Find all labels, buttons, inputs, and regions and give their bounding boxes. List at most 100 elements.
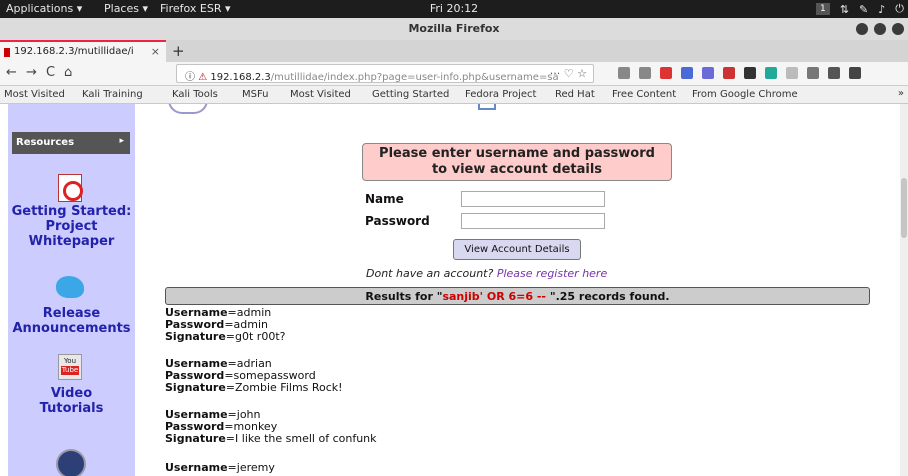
- record-item: Username=adrian Password=somepassword Si…: [165, 358, 343, 394]
- bookmark-free-content[interactable]: Free Content: [612, 89, 676, 100]
- page-content: Resources ▸ Getting Started: Project Whi…: [0, 104, 908, 476]
- system-top-bar: Applications ▾ Places ▾ Firefox ESR ▾ Fr…: [0, 0, 908, 18]
- record-signature: Signature=g0t r00t?: [165, 330, 286, 343]
- results-query: sanjib' OR 6=6 --: [442, 290, 547, 303]
- instructions-line: to view account details: [431, 162, 603, 177]
- library-icon[interactable]: [618, 67, 630, 79]
- youtube-icon[interactable]: You Tube: [58, 354, 82, 380]
- minimize-button[interactable]: [856, 23, 868, 35]
- tab-strip: 192.168.2.3/mutillidae/i × +: [0, 40, 908, 62]
- url-page-actions[interactable]: ··· ♡ ☆: [550, 67, 587, 80]
- link-line: Getting Started:: [11, 204, 132, 219]
- twitter-bird-icon[interactable]: [56, 276, 84, 298]
- register-prefix: Dont have an account?: [366, 267, 497, 280]
- extension-dark-icon[interactable]: [744, 67, 756, 79]
- view-account-details-button[interactable]: View Account Details: [453, 239, 581, 260]
- link-line: Video: [50, 386, 93, 401]
- bookmark-red-hat[interactable]: Red Hat: [555, 89, 595, 100]
- password-input[interactable]: [461, 213, 605, 229]
- url-bar[interactable]: ⓘ ⚠ 192.168.2.3/mutillidae/index.php?pag…: [176, 64, 594, 83]
- bookmark-kali-training[interactable]: Kali Training: [82, 89, 143, 100]
- extension-red-icon[interactable]: [660, 67, 672, 79]
- window-title: Mozilla Firefox: [408, 22, 500, 35]
- clock[interactable]: Fri 20:12: [0, 2, 908, 15]
- results-header: Results for "sanjib' OR 6=6 -- ".25 reco…: [165, 287, 870, 305]
- record-item: Username=jeremy: [165, 462, 275, 474]
- bookmark-kali-tools[interactable]: Kali Tools: [172, 89, 218, 100]
- volume-icon[interactable]: ♪: [878, 3, 885, 16]
- new-tab-button[interactable]: +: [172, 42, 185, 60]
- field-label: Username: [165, 461, 228, 474]
- close-tab-icon[interactable]: ×: [151, 45, 160, 58]
- menu-icon[interactable]: [849, 67, 861, 79]
- record-signature: Signature=I like the smell of confunk: [165, 432, 377, 445]
- navigation-toolbar: ← → C ⌂ ⓘ ⚠ 192.168.2.3/mutillidae/index…: [0, 62, 908, 86]
- name-input[interactable]: [461, 191, 605, 207]
- field-value: jeremy: [236, 461, 275, 474]
- field-label: Signature: [165, 432, 226, 445]
- field-value: g0t r00t?: [235, 330, 286, 343]
- video-tutorials-link[interactable]: Video Tutorials: [8, 386, 135, 416]
- register-link[interactable]: Please register here: [497, 267, 607, 280]
- bookmark-msfu[interactable]: MSFu: [242, 89, 269, 100]
- getting-started-link[interactable]: Getting Started: Project Whitepaper: [8, 204, 135, 249]
- link-line: Whitepaper: [28, 234, 115, 249]
- field-label: Signature: [165, 330, 226, 343]
- url-path: /mutillidae/index.php?page=user-info.php…: [270, 72, 559, 83]
- forward-button[interactable]: →: [26, 65, 37, 80]
- power-icon[interactable]: ⏻: [895, 2, 904, 16]
- tab-mutillidae[interactable]: 192.168.2.3/mutillidae/i ×: [0, 40, 166, 62]
- reload-button[interactable]: C: [46, 65, 55, 80]
- insecure-lock-icon[interactable]: ⚠: [198, 72, 207, 82]
- extension-gray-icon[interactable]: [786, 67, 798, 79]
- record-signature: Signature=Zombie Films Rock!: [165, 381, 343, 394]
- owasp-icon[interactable]: [56, 449, 86, 476]
- home-button[interactable]: ⌂: [64, 65, 72, 80]
- pdf-icon[interactable]: [58, 174, 83, 202]
- url-host: 192.168.2.3: [210, 72, 271, 83]
- link-line: Announcements: [12, 321, 131, 336]
- extension-globe-icon[interactable]: [807, 67, 819, 79]
- bookmark-fedora-project[interactable]: Fedora Project: [465, 89, 536, 100]
- bookmarks-toolbar: Most Visited Kali Training Kali Tools MS…: [0, 86, 908, 104]
- bookmark-most-visited-2[interactable]: Most Visited: [290, 89, 351, 100]
- page-scrollbar[interactable]: [900, 104, 908, 476]
- resources-menu[interactable]: Resources ▸: [12, 132, 130, 154]
- close-window-button[interactable]: [892, 23, 904, 35]
- field-value: Zombie Films Rock!: [235, 381, 343, 394]
- bookmarks-overflow-icon[interactable]: »: [898, 88, 904, 99]
- pen-icon[interactable]: ✎: [859, 3, 868, 16]
- extension-screen-icon[interactable]: [828, 67, 840, 79]
- password-label: Password: [365, 214, 430, 228]
- bookmark-from-google-chrome[interactable]: From Google Chrome: [692, 89, 798, 100]
- youtube-icon-text: Tube: [61, 366, 79, 375]
- results-prefix: Results for ": [365, 290, 443, 303]
- extension-green-icon[interactable]: [765, 67, 777, 79]
- extension-orange-icon[interactable]: [723, 67, 735, 79]
- left-sidebar: Resources ▸ Getting Started: Project Whi…: [8, 104, 135, 476]
- field-label: Signature: [165, 381, 226, 394]
- info-icon[interactable]: ⓘ: [185, 72, 195, 82]
- bookmark-most-visited[interactable]: Most Visited: [4, 89, 65, 100]
- tab-label: 192.168.2.3/mutillidae/i: [14, 46, 134, 57]
- resources-label: Resources: [16, 137, 75, 148]
- field-value: I like the smell of confunk: [235, 432, 377, 445]
- toolbar-extensions: [618, 67, 861, 79]
- link-line: Tutorials: [39, 401, 104, 416]
- link-line: Release: [42, 306, 101, 321]
- login-instructions: Please enter username and password to vi…: [362, 143, 672, 181]
- network-icon[interactable]: ⇅: [840, 3, 849, 16]
- release-announcements-link[interactable]: Release Announcements: [8, 306, 135, 336]
- extension-purple-icon[interactable]: [702, 67, 714, 79]
- maximize-button[interactable]: [874, 23, 886, 35]
- record-item: Username=admin Password=admin Signature=…: [165, 307, 285, 343]
- name-label: Name: [365, 192, 404, 206]
- link-line: Project: [45, 219, 98, 234]
- scrollbar-thumb[interactable]: [901, 178, 907, 238]
- workspace-indicator[interactable]: 1: [815, 3, 830, 15]
- extension-blue-icon[interactable]: [681, 67, 693, 79]
- instructions-line: Please enter username and password: [379, 146, 655, 161]
- back-button[interactable]: ←: [6, 65, 17, 80]
- bookmark-getting-started[interactable]: Getting Started: [372, 89, 449, 100]
- sidebar-icon[interactable]: [639, 67, 651, 79]
